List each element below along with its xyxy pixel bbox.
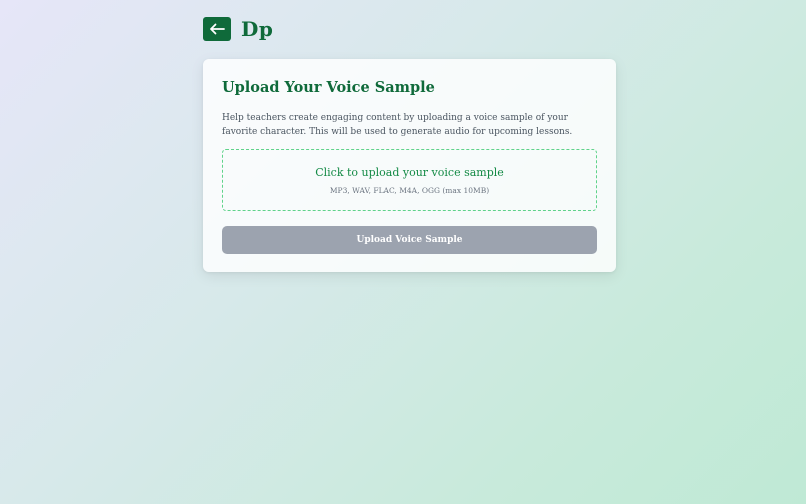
upload-card: Upload Your Voice Sample Help teachers c… bbox=[203, 59, 616, 272]
brand-logo: Dp bbox=[241, 17, 274, 41]
card-description: Help teachers create engaging content by… bbox=[222, 113, 573, 137]
card-title: Upload Your Voice Sample bbox=[222, 79, 435, 96]
back-button[interactable] bbox=[203, 17, 231, 41]
upload-voice-sample-button[interactable]: Upload Voice Sample bbox=[222, 226, 597, 254]
page-header: Dp bbox=[203, 17, 273, 41]
file-dropzone[interactable]: Click to upload your voice sample MP3, W… bbox=[222, 149, 597, 211]
arrow-left-icon bbox=[210, 23, 225, 35]
dropzone-formats-text: MP3, WAV, FLAC, M4A, OGG (max 10MB) bbox=[329, 185, 490, 195]
dropzone-main-text: Click to upload your voice sample bbox=[315, 165, 504, 179]
